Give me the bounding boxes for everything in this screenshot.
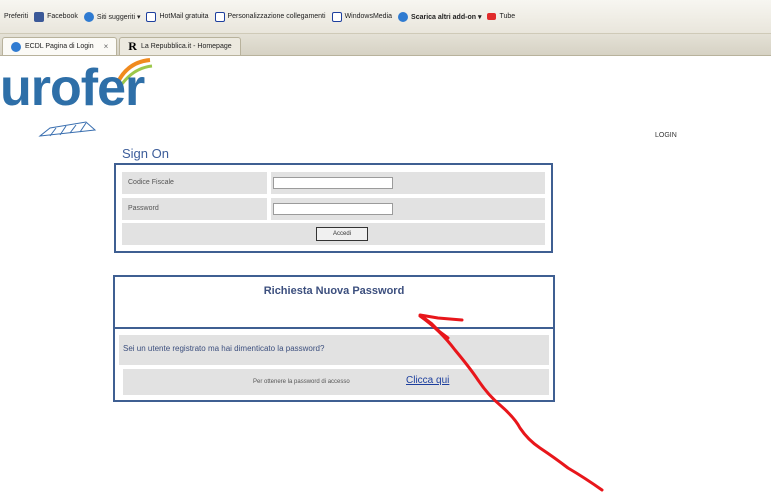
tab-label: ECDL Pagina di Login: [25, 43, 94, 50]
password-input[interactable]: [273, 203, 393, 215]
ie-icon: [398, 11, 409, 22]
panel-title: Richiesta Nuova Password: [263, 285, 405, 297]
accedi-button[interactable]: Accedi: [316, 227, 368, 241]
reset-hint: Per ottenere la password di accesso: [253, 379, 350, 385]
youtube-icon: [487, 13, 497, 20]
bookmark-label: WindowsMedia: [344, 13, 393, 20]
bookmark-label: Facebook: [47, 13, 78, 20]
submit-row: Accedi: [122, 223, 545, 245]
bookmark-hotmail[interactable]: HotMail gratuita: [146, 11, 209, 22]
bookmark-preferiti[interactable]: Preferiti: [4, 13, 28, 20]
page-icon: [214, 11, 225, 22]
login-link[interactable]: LOGIN: [655, 132, 677, 139]
bookmark-facebook[interactable]: Facebook: [34, 11, 78, 22]
reset-link-row: Per ottenere la password di accesso Clic…: [123, 369, 549, 395]
codice-fiscale-input[interactable]: [273, 177, 393, 189]
tab-label: La Repubblica.it - Homepage: [140, 43, 232, 50]
bookmark-tube[interactable]: Tube: [487, 13, 515, 20]
bookmark-label: Tube: [499, 13, 516, 20]
bookmark-label: Personalizzazione collegamenti: [227, 13, 326, 20]
tab-ecdl-login[interactable]: ECDL Pagina di Login ×: [2, 37, 118, 55]
codice-fiscale-label: Codice Fiscale: [128, 179, 174, 186]
bookmark-label: Scarica altri add-on ▾: [411, 13, 482, 21]
divider: [267, 172, 271, 194]
page-icon: [331, 11, 342, 22]
bookmark-siti-suggeriti[interactable]: Siti suggeriti ▾: [83, 11, 141, 22]
divider: [267, 198, 271, 220]
ie-icon: [83, 11, 94, 22]
bookmark-label: Preferiti: [4, 13, 29, 20]
signon-form: Codice Fiscale Password Accedi: [114, 163, 553, 253]
bookmark-windowsmedia[interactable]: WindowsMedia: [331, 11, 393, 22]
tab-strip: ECDL Pagina di Login × R La Repubblica.i…: [0, 34, 771, 56]
signon-title: Sign On: [122, 146, 169, 161]
logo-wordmark: urofer: [0, 59, 145, 117]
forgot-question-row: Sei un utente registrato ma hai dimentic…: [119, 335, 549, 365]
codice-fiscale-row: Codice Fiscale: [122, 172, 545, 194]
ie-icon: [11, 41, 21, 52]
page-icon: [146, 11, 157, 22]
forgot-question: Sei un utente registrato ma hai dimentic…: [123, 344, 325, 353]
close-icon[interactable]: ×: [104, 42, 109, 51]
password-label: Password: [128, 205, 159, 212]
password-row: Password: [122, 198, 545, 220]
password-reset-panel: Richiesta Nuova Password Sei un utente r…: [113, 275, 555, 402]
clicca-qui-link[interactable]: Clicca qui: [406, 375, 449, 386]
repubblica-icon: R: [128, 39, 137, 53]
bookmark-personalizzazione[interactable]: Personalizzazione collegamenti: [214, 11, 326, 22]
bookmark-label: HotMail gratuita: [159, 13, 209, 20]
tab-repubblica[interactable]: R La Repubblica.it - Homepage: [119, 37, 241, 55]
bookmark-label: Siti suggeriti ▾: [96, 13, 141, 21]
bookmarks-bar: Preferiti Facebook Siti suggeriti ▾ HotM…: [0, 0, 771, 34]
panel-header: Richiesta Nuova Password: [115, 277, 553, 329]
facebook-icon: [34, 11, 45, 22]
bookmark-scarica-addon[interactable]: Scarica altri add-on ▾: [398, 11, 482, 22]
